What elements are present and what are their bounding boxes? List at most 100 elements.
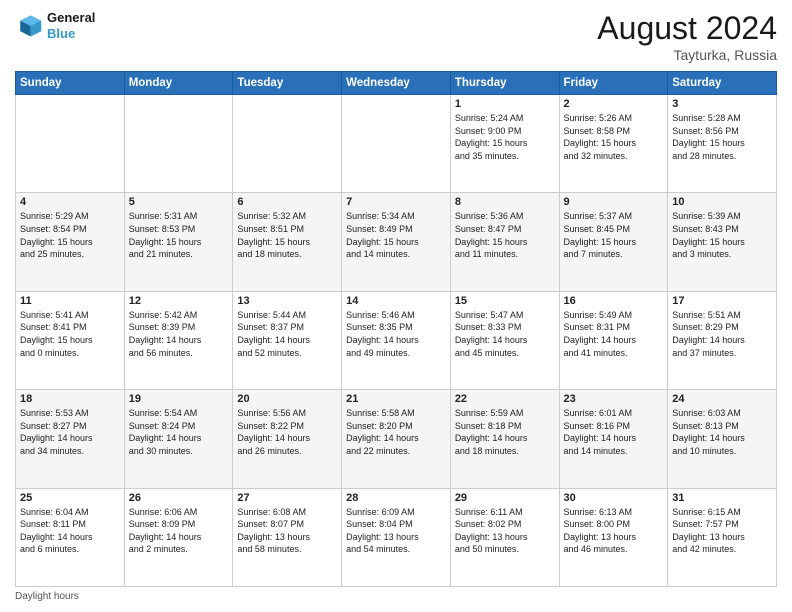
cell-w0-d2 [233, 95, 342, 193]
day-number: 8 [455, 196, 555, 208]
cell-w0-d0 [16, 95, 125, 193]
header-thursday: Thursday [450, 72, 559, 95]
day-info: Sunrise: 6:13 AM Sunset: 8:00 PM Dayligh… [564, 506, 664, 556]
header-monday: Monday [124, 72, 233, 95]
cell-w1-d5: 9Sunrise: 5:37 AM Sunset: 8:45 PM Daylig… [559, 193, 668, 291]
day-number: 10 [672, 196, 772, 208]
cell-w4-d0: 25 Sunrise: 6:04 AM Sunset: 8:11 PM Dayli… [16, 488, 125, 586]
footer-note: Daylight hours [15, 591, 777, 602]
calendar-header-row: SundayMondayTuesdayWednesdayThursdayFrid… [16, 72, 777, 95]
day-info: Sunrise: 5:54 AM Sunset: 8:24 PM Dayligh… [129, 407, 229, 457]
week-row-4: 25 Sunrise: 6:04 AM Sunset: 8:11 PM Dayli… [16, 488, 777, 586]
cell-w2-d0: 11 Sunrise: 5:41 AM Sunset: 8:41 PM Dayli… [16, 291, 125, 389]
week-row-0: 1Sunrise: 5:24 AM Sunset: 9:00 PM Daylig… [16, 95, 777, 193]
header-sunday: Sunday [16, 72, 125, 95]
title-block: August 2024 Tayturka, Russia [597, 10, 777, 63]
cell-w0-d4: 1Sunrise: 5:24 AM Sunset: 9:00 PM Daylig… [450, 95, 559, 193]
page: General Blue August 2024 Tayturka, Russi… [0, 0, 792, 612]
cell-w2-d1: 12Sunrise: 5:42 AM Sunset: 8:39 PM Dayli… [124, 291, 233, 389]
day-number: 17 [672, 295, 772, 307]
day-number: 22 [455, 393, 555, 405]
day-number: 7 [346, 196, 446, 208]
day-info: Sunrise: 5:31 AM Sunset: 8:53 PM Dayligh… [129, 210, 229, 260]
week-row-1: 4 Sunrise: 5:29 AM Sunset: 8:54 PM Daylig… [16, 193, 777, 291]
week-row-2: 11 Sunrise: 5:41 AM Sunset: 8:41 PM Dayli… [16, 291, 777, 389]
day-info: Sunrise: 5:34 AM Sunset: 8:49 PM Dayligh… [346, 210, 446, 260]
cell-w1-d1: 5 Sunrise: 5:31 AM Sunset: 8:53 PM Daylig… [124, 193, 233, 291]
cell-w3-d2: 20 Sunrise: 5:56 AM Sunset: 8:22 PM Dayli… [233, 390, 342, 488]
header: General Blue August 2024 Tayturka, Russi… [15, 10, 777, 63]
day-info: Sunrise: 5:39 AM Sunset: 8:43 PM Dayligh… [672, 210, 772, 260]
day-info: Sunrise: 6:06 AM Sunset: 8:09 PM Dayligh… [129, 506, 229, 556]
day-info: Sunrise: 5:41 AM Sunset: 8:41 PM Dayligh… [20, 309, 120, 359]
day-number: 5 [129, 196, 229, 208]
logo: General Blue [15, 10, 95, 41]
day-info: Sunrise: 5:37 AM Sunset: 8:45 PM Dayligh… [564, 210, 664, 260]
cell-w1-d2: 6 Sunrise: 5:32 AM Sunset: 8:51 PM Daylig… [233, 193, 342, 291]
logo-text: General Blue [47, 10, 95, 41]
daylight-label: Daylight hours [15, 591, 79, 602]
day-number: 25 [20, 492, 120, 504]
cell-w4-d5: 30Sunrise: 6:13 AM Sunset: 8:00 PM Dayli… [559, 488, 668, 586]
cell-w3-d6: 24Sunrise: 6:03 AM Sunset: 8:13 PM Dayli… [668, 390, 777, 488]
day-number: 18 [20, 393, 120, 405]
cell-w2-d5: 16Sunrise: 5:49 AM Sunset: 8:31 PM Dayli… [559, 291, 668, 389]
day-number: 27 [237, 492, 337, 504]
day-number: 21 [346, 393, 446, 405]
day-info: Sunrise: 5:36 AM Sunset: 8:47 PM Dayligh… [455, 210, 555, 260]
day-info: Sunrise: 6:04 AM Sunset: 8:11 PM Dayligh… [20, 506, 120, 556]
day-number: 3 [672, 98, 772, 110]
cell-w4-d2: 27 Sunrise: 6:08 AM Sunset: 8:07 PM Dayli… [233, 488, 342, 586]
day-number: 11 [20, 295, 120, 307]
day-number: 15 [455, 295, 555, 307]
calendar-table: SundayMondayTuesdayWednesdayThursdayFrid… [15, 71, 777, 587]
day-number: 20 [237, 393, 337, 405]
cell-w2-d2: 13Sunrise: 5:44 AM Sunset: 8:37 PM Dayli… [233, 291, 342, 389]
cell-w2-d3: 14Sunrise: 5:46 AM Sunset: 8:35 PM Dayli… [342, 291, 451, 389]
week-row-3: 18 Sunrise: 5:53 AM Sunset: 8:27 PM Dayli… [16, 390, 777, 488]
day-info: Sunrise: 5:44 AM Sunset: 8:37 PM Dayligh… [237, 309, 337, 359]
cell-w4-d1: 26 Sunrise: 6:06 AM Sunset: 8:09 PM Dayli… [124, 488, 233, 586]
day-info: Sunrise: 5:51 AM Sunset: 8:29 PM Dayligh… [672, 309, 772, 359]
day-number: 29 [455, 492, 555, 504]
cell-w0-d5: 2 Sunrise: 5:26 AM Sunset: 8:58 PM Daylig… [559, 95, 668, 193]
header-wednesday: Wednesday [342, 72, 451, 95]
day-info: Sunrise: 5:32 AM Sunset: 8:51 PM Dayligh… [237, 210, 337, 260]
day-number: 19 [129, 393, 229, 405]
cell-w2-d6: 17 Sunrise: 5:51 AM Sunset: 8:29 PM Dayli… [668, 291, 777, 389]
day-info: Sunrise: 5:47 AM Sunset: 8:33 PM Dayligh… [455, 309, 555, 359]
day-number: 28 [346, 492, 446, 504]
day-number: 23 [564, 393, 664, 405]
day-number: 26 [129, 492, 229, 504]
logo-icon [15, 12, 43, 40]
header-saturday: Saturday [668, 72, 777, 95]
day-info: Sunrise: 5:53 AM Sunset: 8:27 PM Dayligh… [20, 407, 120, 457]
cell-w1-d6: 10 Sunrise: 5:39 AM Sunset: 8:43 PM Dayli… [668, 193, 777, 291]
day-info: Sunrise: 5:49 AM Sunset: 8:31 PM Dayligh… [564, 309, 664, 359]
day-number: 12 [129, 295, 229, 307]
cell-w3-d5: 23 Sunrise: 6:01 AM Sunset: 8:16 PM Dayli… [559, 390, 668, 488]
month-title: August 2024 [597, 10, 777, 47]
day-number: 2 [564, 98, 664, 110]
cell-w3-d3: 21Sunrise: 5:58 AM Sunset: 8:20 PM Dayli… [342, 390, 451, 488]
location: Tayturka, Russia [597, 47, 777, 63]
day-info: Sunrise: 5:56 AM Sunset: 8:22 PM Dayligh… [237, 407, 337, 457]
day-info: Sunrise: 5:28 AM Sunset: 8:56 PM Dayligh… [672, 112, 772, 162]
day-info: Sunrise: 6:11 AM Sunset: 8:02 PM Dayligh… [455, 506, 555, 556]
day-info: Sunrise: 6:08 AM Sunset: 8:07 PM Dayligh… [237, 506, 337, 556]
day-info: Sunrise: 6:15 AM Sunset: 7:57 PM Dayligh… [672, 506, 772, 556]
cell-w4-d4: 29 Sunrise: 6:11 AM Sunset: 8:02 PM Dayli… [450, 488, 559, 586]
day-info: Sunrise: 5:29 AM Sunset: 8:54 PM Dayligh… [20, 210, 120, 260]
day-number: 14 [346, 295, 446, 307]
day-info: Sunrise: 5:59 AM Sunset: 8:18 PM Dayligh… [455, 407, 555, 457]
day-info: Sunrise: 6:01 AM Sunset: 8:16 PM Dayligh… [564, 407, 664, 457]
cell-w3-d0: 18 Sunrise: 5:53 AM Sunset: 8:27 PM Dayli… [16, 390, 125, 488]
header-friday: Friday [559, 72, 668, 95]
cell-w4-d6: 31Sunrise: 6:15 AM Sunset: 7:57 PM Dayli… [668, 488, 777, 586]
day-number: 6 [237, 196, 337, 208]
cell-w1-d0: 4 Sunrise: 5:29 AM Sunset: 8:54 PM Daylig… [16, 193, 125, 291]
day-info: Sunrise: 5:26 AM Sunset: 8:58 PM Dayligh… [564, 112, 664, 162]
day-number: 4 [20, 196, 120, 208]
day-info: Sunrise: 6:09 AM Sunset: 8:04 PM Dayligh… [346, 506, 446, 556]
day-number: 1 [455, 98, 555, 110]
